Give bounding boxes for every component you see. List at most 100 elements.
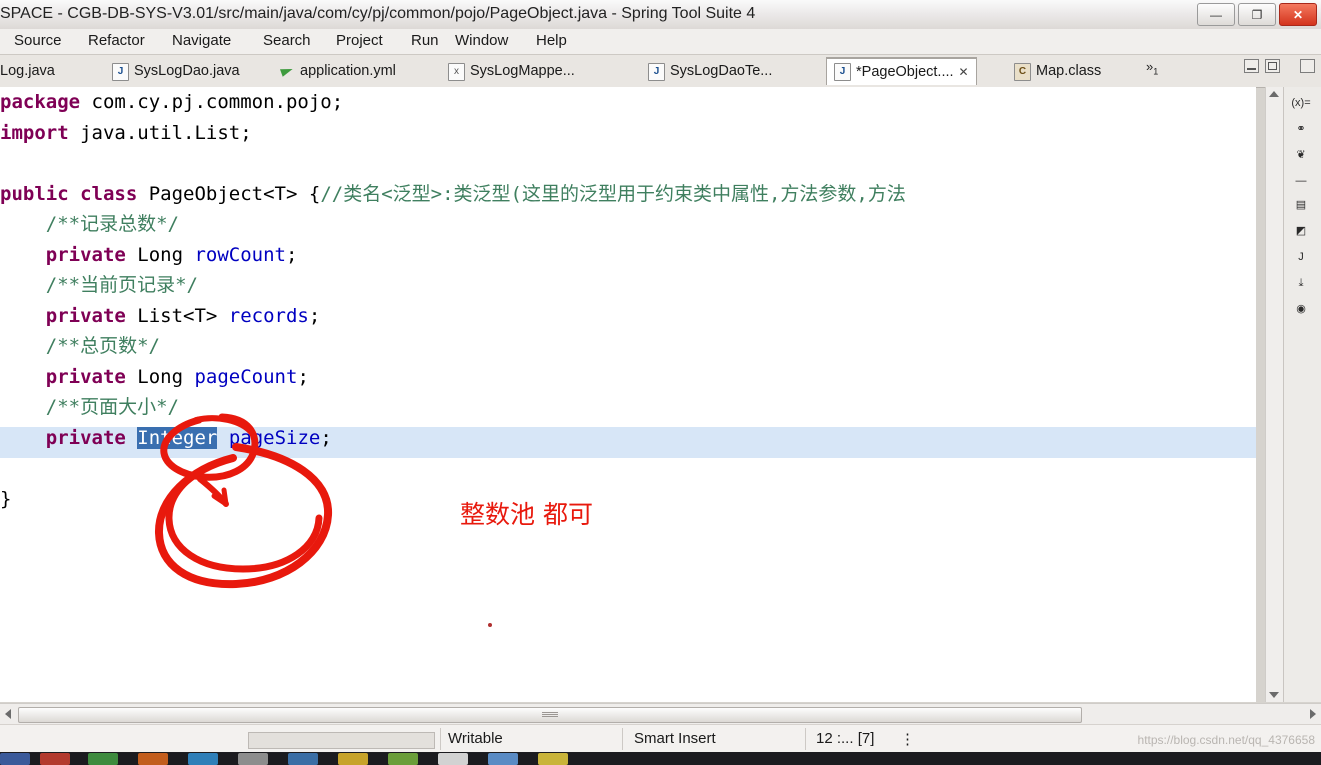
- status-divider: [805, 728, 806, 750]
- spring-boot-icon[interactable]: ❦: [1290, 145, 1312, 165]
- taskbar-item[interactable]: [40, 753, 70, 765]
- tab-log-java[interactable]: Log.java: [0, 57, 63, 85]
- tab-map-class[interactable]: Map.class: [1006, 57, 1109, 85]
- tab-label: application.yml: [300, 63, 396, 80]
- taskbar-item[interactable]: [338, 753, 368, 765]
- code-line: /**记录总数*/: [0, 209, 906, 240]
- taskbar-item[interactable]: [0, 753, 30, 765]
- scroll-left-icon[interactable]: [5, 709, 11, 719]
- cursor-position-status: 12 :... [7]: [816, 730, 875, 747]
- code-token: public class: [0, 182, 149, 205]
- status-divider: [440, 728, 441, 750]
- menu-item-window[interactable]: Window: [455, 32, 508, 49]
- code-line: /**当前页记录*/: [0, 270, 906, 301]
- taskbar-item[interactable]: [238, 753, 268, 765]
- server-icon[interactable]: ◉: [1290, 299, 1312, 319]
- code-token: ;: [320, 426, 332, 449]
- view-icon-rail: (x)= ⚭ ❦ — ▤ ◩ J ⤓ ◉: [1283, 87, 1321, 702]
- scroll-down-icon[interactable]: [1269, 692, 1279, 698]
- download-icon[interactable]: ⤓: [1290, 273, 1312, 293]
- scroll-up-icon[interactable]: [1269, 91, 1279, 97]
- code-token: com.cy.pj.common.pojo;: [91, 91, 344, 113]
- code-line: package com.cy.pj.common.pojo;: [0, 87, 906, 118]
- code-token: Long: [137, 365, 195, 388]
- minimize-view-icon[interactable]: [1244, 59, 1259, 73]
- menu-item-refactor[interactable]: Refactor: [88, 32, 145, 49]
- view-menu-icon[interactable]: [1300, 59, 1315, 73]
- taskbar-item[interactable]: [188, 753, 218, 765]
- code-token: /**页面大小*/: [45, 396, 179, 418]
- code-token: pageCount: [194, 365, 298, 388]
- java-file-icon: [834, 63, 851, 81]
- menu-item-navigate[interactable]: Navigate: [172, 32, 231, 49]
- status-bar: Writable Smart Insert 12 :... [7] ⋮ http…: [0, 724, 1321, 753]
- xml-file-icon: [448, 62, 465, 81]
- tab-label: SysLogDaoTe...: [670, 63, 773, 80]
- tab-syslogdao-java[interactable]: SysLogDao.java: [104, 57, 248, 85]
- editor-vertical-scrollbar[interactable]: [1265, 87, 1283, 702]
- tab-syslogdaotest-java[interactable]: SysLogDaoTe...: [640, 57, 780, 85]
- maximize-view-icon[interactable]: [1265, 59, 1280, 73]
- dash-icon[interactable]: —: [1290, 171, 1312, 191]
- window-title: SPACE - CGB-DB-SYS-V3.01/src/main/java/c…: [0, 5, 756, 22]
- code-line: /**总页数*/: [0, 331, 906, 362]
- taskbar-item[interactable]: [288, 753, 318, 765]
- menu-item-project[interactable]: Project: [336, 32, 383, 49]
- taskbar-item[interactable]: [438, 753, 468, 765]
- problems-icon[interactable]: ◩: [1290, 221, 1312, 241]
- tab-overflow-chevron-icon[interactable]: »1: [1146, 59, 1158, 77]
- menu-item-search[interactable]: Search: [263, 32, 311, 49]
- source-code[interactable]: package com.cy.pj.common.pojo; import jav…: [0, 87, 906, 514]
- code-token: package: [0, 91, 92, 113]
- title-bar: SPACE - CGB-DB-SYS-V3.01/src/main/java/c…: [0, 0, 1321, 30]
- code-line: import java.util.List;: [0, 118, 906, 149]
- close-button[interactable]: ✕: [1279, 3, 1317, 26]
- tab-label: *PageObject....: [856, 63, 954, 80]
- annotation-dot: [488, 623, 492, 627]
- restore-button[interactable]: ❐: [1238, 3, 1276, 26]
- tab-syslogmapper-xml[interactable]: SysLogMappe...: [440, 57, 583, 85]
- java-beans-icon[interactable]: ⚭: [1290, 119, 1312, 139]
- tab-label: Map.class: [1036, 63, 1102, 80]
- javadoc-icon[interactable]: J: [1290, 247, 1312, 267]
- selected-token: Integer: [137, 426, 218, 449]
- taskbar-item[interactable]: [488, 753, 518, 765]
- status-overflow-icon[interactable]: ⋮: [900, 730, 915, 748]
- insert-mode-status: Smart Insert: [634, 730, 716, 747]
- menu-item-help[interactable]: Help: [536, 32, 567, 49]
- scroll-right-icon[interactable]: [1310, 709, 1316, 719]
- status-divider: [622, 728, 623, 750]
- taskbar-item[interactable]: [538, 753, 568, 765]
- console-icon[interactable]: ▤: [1290, 195, 1312, 215]
- hscroll-thumb[interactable]: [18, 707, 1082, 723]
- code-editor[interactable]: package com.cy.pj.common.pojo; import jav…: [0, 87, 1256, 702]
- taskbar-item[interactable]: [388, 753, 418, 765]
- editor-horizontal-scrollbar[interactable]: [0, 703, 1321, 724]
- tab-application-yml[interactable]: application.yml: [272, 57, 404, 85]
- code-token: private: [45, 243, 138, 266]
- editor-tab-strip: Log.java SysLogDao.java application.yml …: [0, 55, 1321, 88]
- code-token: List<T>: [137, 304, 229, 327]
- tab-label: SysLogDao.java: [134, 63, 240, 80]
- menu-item-run[interactable]: Run: [411, 32, 439, 49]
- tab-pageobject-java[interactable]: *PageObject.... ✕: [826, 57, 977, 85]
- outline-marker-icon[interactable]: (x)=: [1290, 93, 1312, 113]
- close-icon[interactable]: ✕: [959, 65, 969, 79]
- taskbar-item[interactable]: [138, 753, 168, 765]
- minimize-button[interactable]: —: [1197, 3, 1235, 26]
- code-token: //类名<泛型>:类泛型(这里的泛型用于约束类中属性,方法参数,方法: [320, 182, 906, 205]
- code-line: private Integer pageSize;: [0, 423, 906, 454]
- code-token: /**记录总数*/: [45, 213, 179, 235]
- code-token: java.util.List;: [80, 121, 252, 144]
- code-token: Long: [137, 243, 195, 266]
- taskbar-item[interactable]: [88, 753, 118, 765]
- menu-item-source[interactable]: Source: [14, 32, 62, 49]
- code-token: rowCount: [194, 243, 286, 266]
